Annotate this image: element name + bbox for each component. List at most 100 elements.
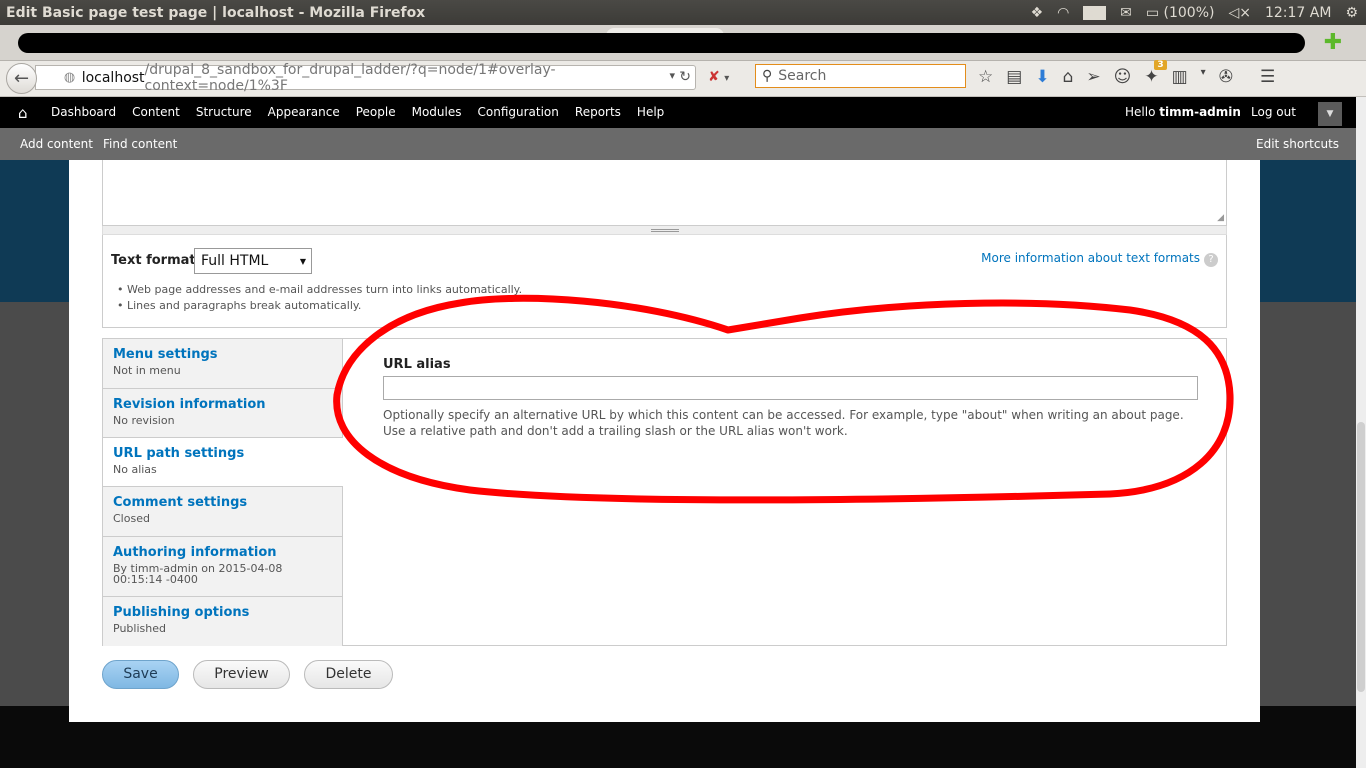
notifications-icon[interactable]: ✦ 3 bbox=[1144, 60, 1167, 87]
browser-nav-bar: ◍ localhost/drupal_8_sandbox_for_drupal_… bbox=[0, 60, 1366, 97]
bookmark-addon-icon[interactable]: ✘ bbox=[708, 69, 720, 85]
save-button[interactable]: Save bbox=[102, 660, 179, 689]
textarea-resize-handle[interactable] bbox=[102, 226, 1227, 235]
url-host: localhost bbox=[81, 69, 145, 86]
edit-shortcuts-link[interactable]: Edit shortcuts bbox=[1256, 137, 1339, 151]
clipboard-icon[interactable]: ▥ bbox=[1172, 67, 1188, 87]
shortcut-find-content[interactable]: Find content bbox=[103, 137, 177, 151]
search-bar[interactable]: ⚲ Search bbox=[755, 64, 966, 88]
more-info-text-formats-link[interactable]: More information about text formats? bbox=[981, 251, 1218, 267]
text-format-selected-value: Full HTML bbox=[201, 253, 269, 269]
battery-percent: (100%) bbox=[1163, 4, 1215, 21]
text-format-wrapper: Text format Full HTML ▼ More information… bbox=[102, 235, 1227, 328]
battery-icon: ▭ bbox=[1145, 4, 1160, 21]
search-icon: ⚲ bbox=[762, 68, 773, 84]
url-alias-input[interactable] bbox=[383, 376, 1198, 400]
back-button[interactable]: ← bbox=[6, 63, 37, 94]
vtab-url-path-settings[interactable]: URL path settings No alias bbox=[103, 438, 343, 487]
menu-item-modules[interactable]: Modules bbox=[412, 105, 462, 119]
dropbox-icon[interactable]: ❖ bbox=[1031, 5, 1044, 21]
keyboard-layout-indicator[interactable]: En bbox=[1083, 5, 1107, 20]
select-arrow-icon: ▼ bbox=[299, 257, 306, 266]
page-scrollbar[interactable] bbox=[1356, 97, 1366, 768]
resize-grip-icon[interactable]: ◢ bbox=[1217, 213, 1224, 223]
text-format-select[interactable]: Full HTML ▼ bbox=[194, 248, 312, 274]
vtab-title: Menu settings bbox=[113, 347, 218, 362]
vtab-summary: Closed bbox=[113, 512, 150, 525]
vtab-summary: Not in menu bbox=[113, 364, 181, 377]
more-info-label: More information about text formats bbox=[981, 251, 1200, 265]
format-tip: Lines and paragraphs break automatically… bbox=[117, 298, 522, 314]
wifi-icon[interactable]: ◠ bbox=[1057, 5, 1069, 21]
url-bar[interactable]: ◍ localhost/drupal_8_sandbox_for_drupal_… bbox=[35, 62, 696, 94]
home-icon[interactable]: ⌂ bbox=[1063, 67, 1074, 87]
delete-button[interactable]: Delete bbox=[304, 660, 393, 689]
drupal-admin-toolbar: ⌂ Dashboard Content Structure Appearance… bbox=[0, 97, 1356, 128]
reading-list-icon[interactable]: ▤ bbox=[1006, 67, 1022, 87]
text-format-label: Text format bbox=[111, 253, 196, 268]
url-alias-label: URL alias bbox=[383, 357, 451, 372]
shortcut-add-content[interactable]: Add content bbox=[20, 137, 93, 151]
admin-menu: Dashboard Content Structure Appearance P… bbox=[51, 105, 664, 119]
vtab-authoring-information[interactable]: Authoring information By timm-admin on 2… bbox=[103, 537, 343, 597]
vtab-comment-settings[interactable]: Comment settings Closed bbox=[103, 487, 343, 537]
username-link[interactable]: timm-admin bbox=[1159, 105, 1241, 119]
send-icon[interactable]: ➢ bbox=[1086, 67, 1100, 87]
logout-link[interactable]: Log out bbox=[1251, 105, 1296, 119]
new-tab-plus-icon[interactable]: ✚ bbox=[1322, 32, 1344, 54]
vtab-summary: No alias bbox=[113, 463, 157, 476]
chevron-down-icon: ▼ bbox=[1326, 109, 1334, 119]
volume-muted-icon[interactable]: ◁× bbox=[1228, 5, 1251, 21]
vtab-revision-information[interactable]: Revision information No revision bbox=[103, 389, 343, 438]
url-alias-description-line: Use a relative path and don't add a trai… bbox=[383, 424, 848, 438]
reload-icon[interactable]: ↻ bbox=[679, 69, 691, 85]
greeting-prefix: Hello bbox=[1125, 105, 1160, 119]
bookmark-star-icon[interactable]: ☆ bbox=[978, 67, 993, 87]
menu-item-reports[interactable]: Reports bbox=[575, 105, 621, 119]
format-tips-list: Web page addresses and e-mail addresses … bbox=[117, 282, 522, 314]
url-alias-pane: URL alias Optionally specify an alternat… bbox=[383, 357, 1203, 439]
help-icon: ? bbox=[1204, 253, 1218, 267]
downloads-icon[interactable]: ⬇ bbox=[1035, 67, 1049, 87]
back-arrow-icon: ← bbox=[13, 68, 30, 89]
home-icon[interactable]: ⌂ bbox=[18, 104, 28, 122]
toolbar-toggle-button[interactable]: ▼ bbox=[1318, 102, 1342, 126]
addon-icon-group: ✘ ▾ bbox=[708, 69, 729, 85]
chat-icon[interactable]: ☺ bbox=[1114, 67, 1132, 87]
system-tray: ❖ ◠ En ✉ ▭ (100%) ◁× 12:17 AM ⚙ bbox=[1031, 5, 1366, 21]
body-textarea[interactable]: ◢ bbox=[102, 160, 1227, 226]
globe-icon[interactable]: ◍ bbox=[64, 70, 82, 85]
format-tip: Web page addresses and e-mail addresses … bbox=[117, 282, 522, 298]
vtab-summary: No revision bbox=[113, 414, 175, 427]
user-greeting: Hello timm-admin bbox=[1125, 105, 1241, 119]
search-input[interactable]: Search bbox=[778, 68, 826, 84]
scrollbar-thumb[interactable] bbox=[1357, 422, 1365, 692]
addon-dropdown-icon[interactable]: ▾ bbox=[724, 73, 729, 84]
settings-gear-icon[interactable]: ⚙ bbox=[1345, 5, 1358, 21]
menu-item-content[interactable]: Content bbox=[132, 105, 180, 119]
vtab-menu-settings[interactable]: Menu settings Not in menu bbox=[103, 339, 343, 389]
menu-item-people[interactable]: People bbox=[356, 105, 396, 119]
vtab-title: Comment settings bbox=[113, 495, 248, 510]
edit-node-panel: ◢ Text format Full HTML ▼ More informati… bbox=[69, 160, 1260, 722]
os-top-bar: Edit Basic page test page | localhost - … bbox=[0, 0, 1366, 25]
vtab-publishing-options[interactable]: Publishing options Published bbox=[103, 597, 343, 646]
vtab-summary: Published bbox=[113, 622, 166, 635]
window-title: Edit Basic page test page | localhost - … bbox=[6, 4, 426, 21]
clipboard-dropdown-icon[interactable]: ▾ bbox=[1201, 67, 1206, 87]
extension-icon[interactable]: ✇ bbox=[1219, 67, 1233, 87]
menu-item-structure[interactable]: Structure bbox=[196, 105, 252, 119]
menu-item-appearance[interactable]: Appearance bbox=[268, 105, 340, 119]
browser-toolbar-icons: ☆ ▤ ⬇ ⌂ ➢ ☺ ✦ 3 ▥ ▾ ✇ ☰ bbox=[978, 60, 1275, 87]
menu-item-help[interactable]: Help bbox=[637, 105, 664, 119]
mail-icon[interactable]: ✉ bbox=[1120, 5, 1132, 21]
battery-indicator[interactable]: ▭ (100%) bbox=[1146, 5, 1215, 21]
notification-count-badge: 3 bbox=[1154, 60, 1167, 70]
preview-button[interactable]: Preview bbox=[193, 660, 290, 689]
menu-item-dashboard[interactable]: Dashboard bbox=[51, 105, 116, 119]
menu-item-configuration[interactable]: Configuration bbox=[478, 105, 559, 119]
browser-tab-strip: ✚ bbox=[0, 25, 1366, 61]
clock[interactable]: 12:17 AM bbox=[1265, 5, 1331, 21]
url-history-dropdown-icon[interactable]: ▾ bbox=[669, 69, 675, 82]
menu-hamburger-icon[interactable]: ☰ bbox=[1260, 67, 1275, 87]
